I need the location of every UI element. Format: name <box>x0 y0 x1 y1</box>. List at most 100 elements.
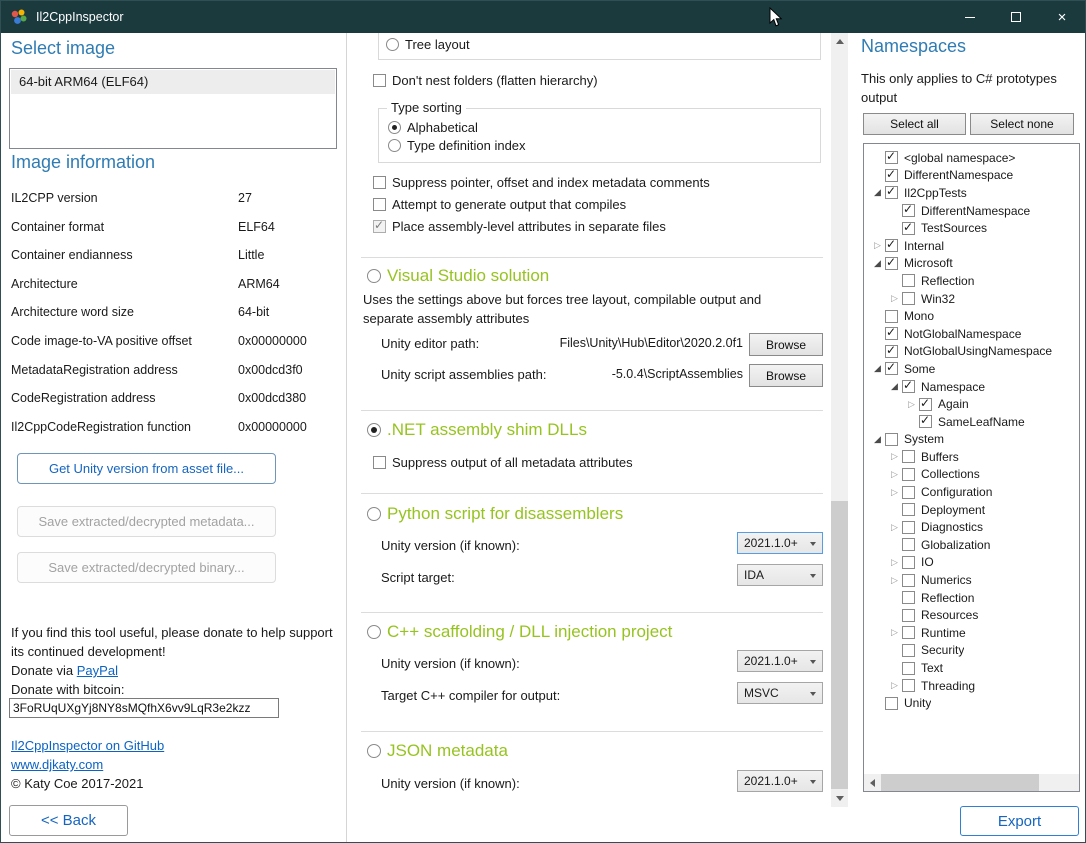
vs-solution-radio[interactable] <box>367 269 381 283</box>
back-button[interactable]: << Back <box>9 805 128 836</box>
namespace-checkbox[interactable] <box>902 591 915 604</box>
github-link[interactable]: Il2CppInspector on GitHub <box>11 738 164 753</box>
namespace-checkbox[interactable] <box>885 239 898 252</box>
suppress-metadata-checkbox[interactable] <box>373 456 386 469</box>
json-unity-version-select[interactable]: 2021.1.0+ <box>737 770 823 792</box>
python-script-radio[interactable] <box>367 507 381 521</box>
namespace-checkbox[interactable] <box>919 415 932 428</box>
alphabetical-radio[interactable] <box>388 121 401 134</box>
scroll-left-arrow-icon[interactable] <box>864 774 881 791</box>
expand-arrow-icon[interactable] <box>887 681 902 690</box>
namespace-checkbox[interactable] <box>885 345 898 358</box>
namespace-tree-item[interactable]: DifferentNamespace <box>864 202 1079 220</box>
export-button[interactable]: Export <box>960 806 1079 836</box>
namespace-tree-item[interactable]: IO <box>864 554 1079 572</box>
tree-layout-radio[interactable] <box>386 38 399 51</box>
namespace-checkbox[interactable] <box>885 327 898 340</box>
cpp-compiler-select[interactable]: MSVC <box>737 682 823 704</box>
separate-attrs-checkbox[interactable] <box>373 220 386 233</box>
namespace-tree-item[interactable]: DifferentNamespace <box>864 167 1079 185</box>
expand-arrow-icon[interactable] <box>887 382 902 391</box>
namespace-tree-item[interactable]: TestSources <box>864 219 1079 237</box>
cpp-scaffolding-radio[interactable] <box>367 625 381 639</box>
namespace-tree-item[interactable]: Threading <box>864 677 1079 695</box>
namespace-checkbox[interactable] <box>902 292 915 305</box>
namespace-checkbox[interactable] <box>885 186 898 199</box>
namespace-checkbox[interactable] <box>885 310 898 323</box>
expand-arrow-icon[interactable] <box>870 364 885 373</box>
namespace-checkbox[interactable] <box>885 433 898 446</box>
minimize-button[interactable] <box>947 1 993 33</box>
namespace-checkbox[interactable] <box>902 204 915 217</box>
namespace-checkbox[interactable] <box>902 486 915 499</box>
tree-hscrollbar-thumb[interactable] <box>881 774 1039 791</box>
namespace-tree-item[interactable]: Unity <box>864 694 1079 712</box>
namespace-checkbox[interactable] <box>902 450 915 463</box>
options-scrollbar-thumb[interactable] <box>831 501 848 789</box>
namespace-checkbox[interactable] <box>885 257 898 270</box>
namespace-tree-item[interactable]: Resources <box>864 606 1079 624</box>
namespace-checkbox[interactable] <box>902 574 915 587</box>
browse-assemblies-path-button[interactable]: Browse <box>749 364 823 387</box>
namespace-tree-item[interactable]: Runtime <box>864 624 1079 642</box>
expand-arrow-icon[interactable] <box>887 294 902 303</box>
namespace-tree-item[interactable]: Security <box>864 642 1079 660</box>
scroll-down-arrow-icon[interactable] <box>831 790 848 807</box>
namespace-tree-item[interactable]: Mono <box>864 307 1079 325</box>
editor-path-value[interactable]: Files\Unity\Hub\Editor\2020.2.0f1 <box>497 336 743 350</box>
expand-arrow-icon[interactable] <box>870 188 885 197</box>
namespace-tree-item[interactable]: Win32 <box>864 290 1079 308</box>
namespace-checkbox[interactable] <box>902 662 915 675</box>
maximize-button[interactable] <box>993 1 1039 33</box>
type-def-index-radio[interactable] <box>388 139 401 152</box>
tree-hscrollbar[interactable] <box>864 774 1079 791</box>
close-button[interactable]: × <box>1039 1 1085 33</box>
options-scrollbar[interactable] <box>831 33 848 807</box>
save-binary-button[interactable]: Save extracted/decrypted binary... <box>17 552 276 583</box>
paypal-link[interactable]: PayPal <box>77 663 118 678</box>
website-link[interactable]: www.djkaty.com <box>11 757 103 772</box>
python-unity-version-select[interactable]: 2021.1.0+ <box>737 532 823 554</box>
expand-arrow-icon[interactable] <box>887 628 902 637</box>
browse-editor-path-button[interactable]: Browse <box>749 333 823 356</box>
image-list-item[interactable]: 64-bit ARM64 (ELF64) <box>11 70 335 94</box>
namespace-tree-item[interactable]: Diagnostics <box>864 518 1079 536</box>
namespace-tree-item[interactable]: Namespace <box>864 378 1079 396</box>
namespace-tree-item[interactable]: NotGlobalUsingNamespace <box>864 343 1079 361</box>
image-listbox[interactable]: 64-bit ARM64 (ELF64) <box>9 68 337 149</box>
namespace-tree-item[interactable]: Some <box>864 360 1079 378</box>
get-unity-version-button[interactable]: Get Unity version from asset file... <box>17 453 276 484</box>
namespace-checkbox[interactable] <box>885 151 898 164</box>
namespace-checkbox[interactable] <box>902 679 915 692</box>
expand-arrow-icon[interactable] <box>904 400 919 409</box>
namespace-tree-item[interactable]: Numerics <box>864 571 1079 589</box>
flatten-checkbox[interactable] <box>373 74 386 87</box>
namespace-tree-item[interactable]: <global namespace> <box>864 149 1079 167</box>
namespace-checkbox[interactable] <box>902 521 915 534</box>
namespace-checkbox[interactable] <box>902 556 915 569</box>
namespace-tree-item[interactable]: Text <box>864 659 1079 677</box>
namespace-checkbox[interactable] <box>902 274 915 287</box>
namespace-checkbox[interactable] <box>902 609 915 622</box>
select-none-button[interactable]: Select none <box>970 113 1074 135</box>
namespace-tree-item[interactable]: Globalization <box>864 536 1079 554</box>
expand-arrow-icon[interactable] <box>887 576 902 585</box>
script-target-select[interactable]: IDA <box>737 564 823 586</box>
namespace-tree-item[interactable]: SameLeafName <box>864 413 1079 431</box>
namespace-checkbox[interactable] <box>902 538 915 551</box>
namespace-checkbox[interactable] <box>885 362 898 375</box>
namespace-checkbox[interactable] <box>902 380 915 393</box>
expand-arrow-icon[interactable] <box>870 241 885 250</box>
namespace-tree-item[interactable]: Collections <box>864 466 1079 484</box>
bitcoin-address-input[interactable] <box>9 698 279 718</box>
namespace-tree-item[interactable]: Configuration <box>864 483 1079 501</box>
assemblies-path-value[interactable]: -5.0.4\ScriptAssemblies <box>497 367 743 381</box>
namespace-checkbox[interactable] <box>902 644 915 657</box>
namespace-tree-item[interactable]: Internal <box>864 237 1079 255</box>
expand-arrow-icon[interactable] <box>887 488 902 497</box>
generate-compilable-checkbox[interactable] <box>373 198 386 211</box>
scroll-up-arrow-icon[interactable] <box>831 33 848 50</box>
namespace-tree-item[interactable]: Again <box>864 395 1079 413</box>
namespace-checkbox[interactable] <box>885 697 898 710</box>
expand-arrow-icon[interactable] <box>870 259 885 268</box>
